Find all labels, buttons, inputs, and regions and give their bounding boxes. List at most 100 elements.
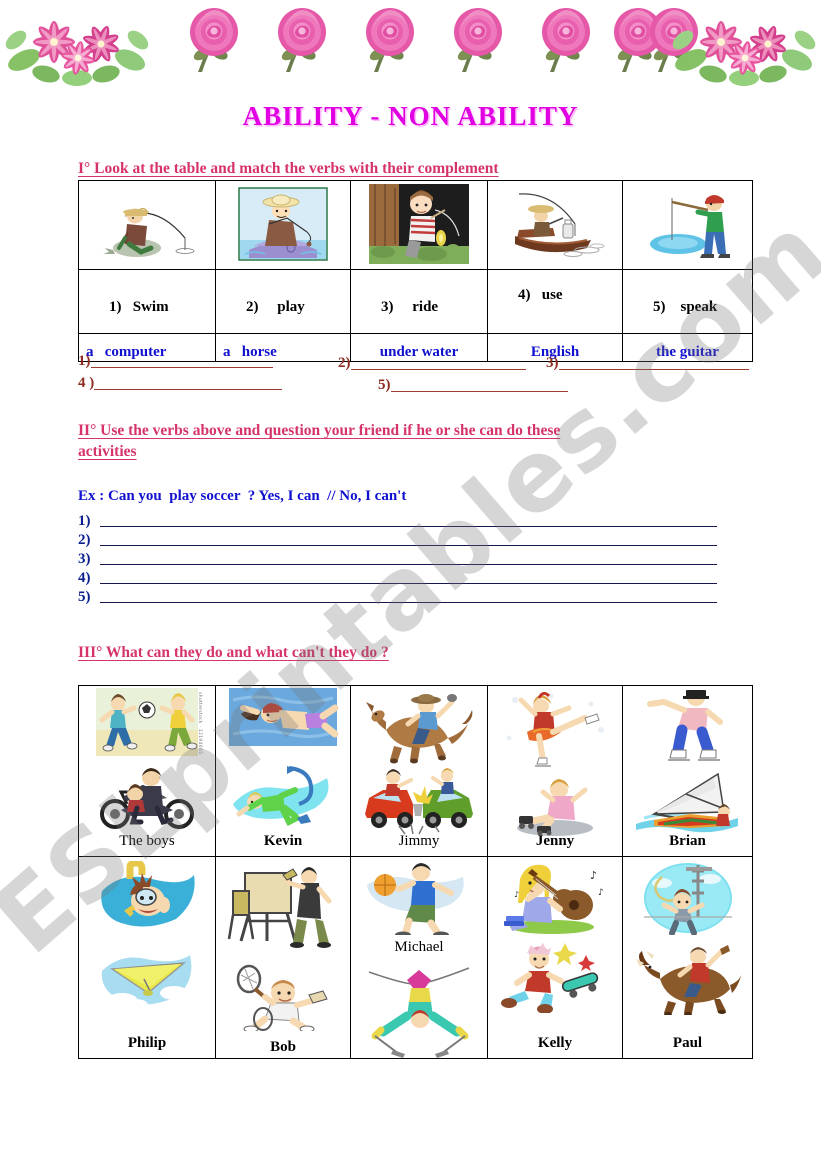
girl-playing-guitar-icon: ♪ ♪ ♪ [498, 861, 612, 935]
table-row: Philip Bob Michael ♪ ♪ ♪ Kelly Paul [78, 856, 753, 1059]
verb-label: play [277, 299, 305, 315]
answer-number: 1) [78, 513, 91, 529]
man-fishing-on-rock-icon [95, 190, 199, 264]
pink-rose-icon [278, 8, 326, 72]
grid-cell-philip: Philip [78, 856, 216, 1059]
grid-cell-kelly: ♪ ♪ ♪ Kelly [487, 856, 623, 1059]
verb-label: use [541, 287, 563, 303]
verb-number: 5) [653, 299, 666, 315]
grid-cell-paul: Paul [622, 856, 753, 1059]
pink-rose-icon [366, 8, 414, 72]
worksheet-page: ABILITY - NON ABILITY I° Look at the tab… [0, 0, 821, 1169]
boy-fallen-off-skateboard-icon [499, 941, 611, 1014]
person-name-label: Philip [127, 1035, 167, 1051]
pink-rose-icon [454, 8, 502, 72]
decorative-flower-band [0, 0, 821, 92]
verb-picture-cell [487, 180, 623, 270]
two-boys-playing-soccer-icon [92, 686, 202, 758]
boy-bungee-jumping-icon [636, 861, 740, 936]
table-row: shutterstock · 12194665 The boys Kevin J… [78, 685, 753, 857]
person-name-label: Bob [270, 1039, 296, 1055]
section-2-example: Ex : Can you play soccer ? Yes, I can //… [78, 488, 407, 504]
fisherman-in-canoe-icon [501, 190, 609, 264]
stock-code-label: shutterstock · 12194665 [197, 692, 202, 755]
verb-picture-cell [350, 180, 488, 270]
verb-cell: 3) ride [350, 269, 488, 334]
boy-scuba-diving-icon [227, 756, 339, 828]
answer-slot-1[interactable]: 1) [78, 352, 273, 370]
pink-rose-icon [190, 8, 238, 72]
answer-number: 5) [378, 377, 391, 393]
girl-fallen-on-skates-icon [499, 774, 611, 836]
answer-number: 4 ) [78, 375, 95, 391]
grid-cell-bob: Bob [215, 856, 351, 1059]
artist-painting-at-easel-icon [227, 863, 339, 949]
boy-fishing-in-pond-icon [638, 188, 738, 264]
clematis-bouquet-icon [672, 21, 816, 86]
answer-line-row[interactable]: 3) [78, 550, 717, 569]
answer-slot-2[interactable]: 2) [338, 354, 526, 372]
answer-number: 1) [78, 353, 91, 369]
table-row-pictures [78, 180, 753, 270]
answer-number: 3) [78, 551, 91, 567]
person-name-label: Paul [672, 1035, 703, 1051]
answer-slot-5[interactable]: 5) [378, 376, 568, 394]
pink-rose-icon [542, 8, 590, 72]
boy-fishing-under-tree-icon [369, 184, 469, 264]
person-name-label: Kelly [537, 1035, 573, 1051]
father-and-son-on-motorbike-icon [87, 764, 207, 830]
person-name-label: The boys [119, 833, 175, 849]
answer-number: 2) [78, 532, 91, 548]
car-crash-accident-icon [359, 768, 479, 836]
man-fishing-in-boat-icon [231, 184, 335, 264]
section-3-heading: III° What can they do and what can't the… [78, 644, 389, 661]
grid-cell-jimmy: Jimmy [350, 685, 488, 857]
answer-line-row[interactable]: 1) [78, 512, 717, 531]
page-title: ABILITY - NON ABILITY [242, 101, 579, 131]
person-name-label: Kevin [263, 833, 303, 849]
verb-cell: 2) play [215, 269, 351, 334]
verb-cell: 5) speak [622, 269, 753, 334]
person-name-label: Jimmy [398, 833, 440, 849]
grid-cell-michael: Michael [350, 856, 488, 1059]
skier-doing-splits-icon [359, 962, 479, 1058]
grid-cell-jenny: Jenny [487, 685, 623, 857]
person-name-label: Michael [394, 939, 444, 955]
section-2-heading-line2: activities [78, 443, 137, 460]
verb-picture-cell [215, 180, 351, 270]
cowboy-riding-bucking-horse-icon [364, 690, 474, 764]
answer-line-row[interactable]: 4) [78, 569, 717, 588]
grid-cell-the-boys: shutterstock · 12194665 The boys [78, 685, 216, 857]
abilities-picture-grid: shutterstock · 12194665 The boys Kevin J… [78, 685, 753, 1059]
basketball-player-dribbling-icon [363, 861, 475, 939]
answer-slot-3[interactable]: 3) [546, 354, 749, 372]
section-2-heading-line1: II° Use the verbs above and question you… [78, 422, 561, 439]
answer-slot-4[interactable]: 4 ) [78, 374, 283, 392]
svg-text:♪: ♪ [514, 890, 519, 899]
answer-number: 3) [546, 355, 559, 371]
verb-label: ride [412, 299, 439, 315]
verb-number: 1) [109, 299, 122, 315]
verb-cell: 1) Swim [78, 269, 216, 334]
verb-picture-cell [622, 180, 753, 270]
man-ice-skating-icon [634, 688, 742, 764]
answer-number: 4) [78, 570, 91, 586]
clematis-bouquet-icon [5, 21, 149, 86]
tennis-player-falling-icon [227, 961, 339, 1033]
verb-number: 2) [246, 299, 259, 315]
table-row-verbs: 1) Swim 2) play 3) ride 4) use 5) speak [78, 269, 753, 334]
figure-skater-spinning-icon [499, 688, 611, 770]
answer-line-row[interactable]: 5) [78, 588, 717, 607]
verb-number: 3) [381, 299, 394, 315]
man-swimming-icon [227, 686, 339, 748]
verbs-match-table: 1) Swim 2) play 3) ride 4) use 5) speak … [78, 180, 753, 362]
person-name-label: Brian [669, 833, 706, 849]
svg-text:♪: ♪ [590, 869, 597, 882]
hang-glider-in-sky-icon [92, 947, 202, 1017]
answer-number: 2) [338, 355, 351, 371]
section-1-heading: I° Look at the table and match the verbs… [78, 160, 499, 177]
grid-cell-brian: Brian [622, 685, 753, 857]
verb-number: 4) [518, 287, 531, 303]
answer-line-row[interactable]: 2) [78, 531, 717, 550]
verb-label: Swim [132, 299, 169, 315]
